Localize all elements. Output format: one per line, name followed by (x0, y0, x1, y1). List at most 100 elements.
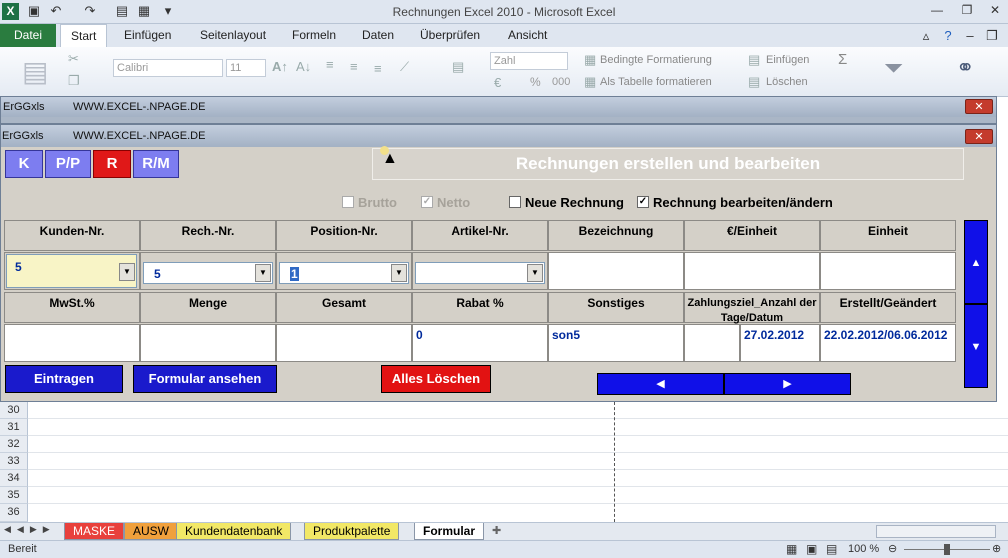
back-form-close-icon[interactable]: ✕ (965, 99, 993, 114)
kunden-nr-dropdown-icon[interactable]: ▼ (119, 263, 135, 281)
insert-cells-icon[interactable]: ▤ (748, 52, 760, 68)
align-top-icon[interactable]: ≡ (326, 57, 334, 72)
position-nr-dropdown-icon[interactable]: ▼ (391, 264, 407, 282)
page-break-view-icon[interactable]: ▤ (826, 542, 837, 556)
kunden-nr-combo[interactable]: 5 ▼ (6, 254, 137, 288)
artikel-nr-combo[interactable]: ▼ (415, 262, 545, 284)
position-nr-combo[interactable]: 1 ▼ (279, 262, 409, 284)
formular-ansehen-button[interactable]: Formular ansehen (133, 365, 277, 393)
wb-minimize-icon[interactable]: – (962, 28, 978, 44)
sheet-grid[interactable]: 30 31 32 33 34 35 36 (0, 402, 1008, 522)
row-header[interactable]: 33 (0, 453, 28, 470)
currency-icon[interactable]: € (494, 75, 501, 90)
alles-loeschen-button[interactable]: Alles Löschen (381, 365, 491, 393)
cond-format-button[interactable]: Bedingte Formatierung (600, 54, 712, 66)
menge-field[interactable] (140, 324, 276, 362)
close-icon[interactable]: ✕ (984, 3, 1006, 19)
row-header[interactable]: 32 (0, 436, 28, 453)
help-icon[interactable]: ? (940, 28, 956, 44)
as-table-icon[interactable]: ▦ (584, 74, 596, 90)
percent-icon[interactable]: % (530, 75, 541, 89)
nav-button-pp[interactable]: P/P (45, 150, 91, 178)
zoom-in-icon[interactable]: ⊕ (992, 542, 1001, 555)
euro-einheit-field[interactable] (684, 252, 820, 290)
row-header[interactable]: 34 (0, 470, 28, 487)
insert-cells-button[interactable]: Einfügen (766, 54, 809, 66)
row-header[interactable]: 31 (0, 419, 28, 436)
shrink-font-icon[interactable]: A↓ (296, 59, 311, 74)
ribbon-collapse-icon[interactable]: ▵ (918, 28, 934, 44)
tab-formeln[interactable]: Formeln (282, 24, 346, 47)
rechnung-bearbeiten-checkbox[interactable]: ✓ Rechnung bearbeiten/ändern (637, 194, 833, 210)
number-format-select[interactable]: Zahl (490, 52, 568, 70)
cond-format-icon[interactable]: ▦ (584, 52, 596, 68)
tab-ansicht[interactable]: Ansicht (498, 24, 557, 47)
nav-button-r[interactable]: R (93, 150, 131, 178)
sonstiges-field[interactable]: son5 (548, 324, 684, 362)
font-name-select[interactable]: Calibri (113, 59, 223, 77)
as-table-button[interactable]: Als Tabelle formatieren (600, 76, 712, 88)
nav-button-rm[interactable]: R/M (133, 150, 179, 178)
rabat-field[interactable]: 0 (412, 324, 548, 362)
rech-nr-combo[interactable]: 5 ▼ (143, 262, 273, 284)
tab-ueberpruefen[interactable]: Überprüfen (410, 24, 490, 47)
autosum-icon[interactable]: Σ (838, 51, 847, 68)
next-record-button[interactable]: ▶ (724, 373, 851, 395)
row-header[interactable]: 30 (0, 402, 28, 419)
zoom-slider-thumb[interactable] (944, 544, 950, 555)
mwst-field[interactable] (4, 324, 140, 362)
zahlungsziel-datum-field[interactable]: 27.02.2012 (740, 324, 820, 362)
nav-button-k[interactable]: K (5, 150, 43, 178)
horizontal-scrollbar[interactable] (876, 525, 996, 538)
erstellt-field[interactable]: 22.02.2012/06.06.2012 (820, 324, 956, 362)
delete-cells-button[interactable]: Löschen (766, 76, 808, 88)
wb-restore-icon[interactable]: ❐ (984, 28, 1000, 44)
sheet-tab-produktpalette[interactable]: Produktpalette (304, 523, 400, 540)
page-layout-view-icon[interactable]: ▣ (806, 542, 817, 556)
sheet-tab-ausw[interactable]: AUSW (124, 523, 178, 540)
sheet-tab-maske[interactable]: MASKE (64, 523, 125, 540)
neue-rechnung-checkbox[interactable]: Neue Rechnung (509, 194, 624, 210)
zoom-out-icon[interactable]: ⊖ (888, 542, 897, 555)
tab-einfuegen[interactable]: Einfügen (114, 24, 181, 47)
find-binoculars-icon[interactable]: ⚭ (956, 55, 974, 81)
wrap-text-icon[interactable]: ▤ (452, 59, 464, 75)
prev-record-button[interactable]: ◀ (597, 373, 724, 395)
netto-checkbox: ✓ Netto (421, 194, 471, 210)
sheet-tab-kundendatenbank[interactable]: Kundendatenbank (176, 523, 292, 540)
record-up-button[interactable]: ▲ (964, 220, 988, 304)
align-middle-icon[interactable]: ≡ (350, 59, 358, 74)
zoom-level[interactable]: 100 % (848, 543, 879, 555)
zahlungsziel-tage-field[interactable] (684, 324, 740, 362)
sort-filter-icon[interactable]: ⏷ (884, 55, 903, 83)
sheet-nav-arrows-icon[interactable]: ◀◀▶▶ (4, 524, 56, 535)
form-close-icon[interactable]: ✕ (965, 129, 993, 144)
tab-daten[interactable]: Daten (352, 24, 404, 47)
thousands-icon[interactable]: 000 (552, 76, 570, 88)
gesamt-field[interactable] (276, 324, 412, 362)
row-header[interactable]: 35 (0, 487, 28, 504)
tab-seitenlayout[interactable]: Seitenlayout (190, 24, 276, 47)
minimize-icon[interactable]: — (926, 3, 948, 19)
grow-font-icon[interactable]: A↑ (272, 59, 288, 74)
orientation-icon[interactable]: ⟋ (400, 59, 409, 75)
align-bottom-icon[interactable]: ≡ (374, 61, 382, 76)
row-header[interactable]: 36 (0, 504, 28, 522)
record-down-button[interactable]: ▼ (964, 304, 988, 388)
tab-start[interactable]: Start (60, 24, 108, 47)
restore-icon[interactable]: ❐ (956, 3, 978, 19)
eintragen-button[interactable]: Eintragen (5, 365, 123, 393)
font-size-select[interactable]: 11 (226, 59, 266, 77)
sheet-tab-formular[interactable]: Formular (414, 523, 485, 540)
cut-icon[interactable]: ✂ (68, 51, 79, 67)
normal-view-icon[interactable]: ▦ (786, 542, 797, 556)
einheit-field[interactable] (820, 252, 956, 290)
delete-cells-icon[interactable]: ▤ (748, 74, 760, 90)
tab-datei[interactable]: Datei (0, 24, 57, 47)
paste-icon[interactable]: ▤ (22, 55, 48, 88)
rech-nr-dropdown-icon[interactable]: ▼ (255, 264, 271, 282)
copy-icon[interactable]: ❐ (68, 73, 80, 89)
artikel-nr-dropdown-icon[interactable]: ▼ (527, 264, 543, 282)
bezeichnung-field[interactable] (548, 252, 684, 290)
insert-sheet-icon[interactable]: ✚ (492, 524, 501, 537)
